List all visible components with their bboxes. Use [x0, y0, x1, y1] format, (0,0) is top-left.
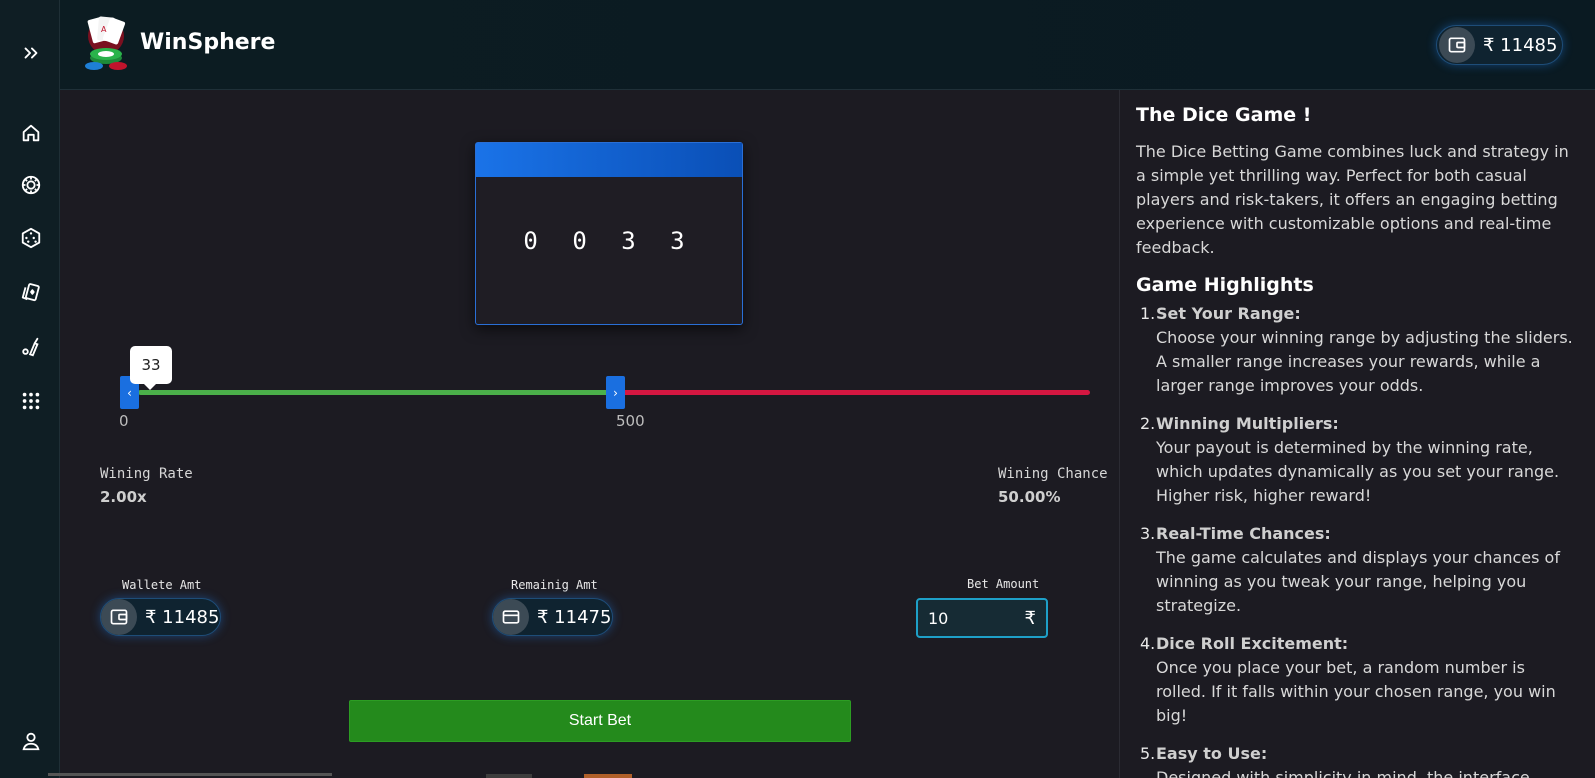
- cricket-icon: [22, 337, 39, 357]
- chevron-right-icon: ›: [613, 385, 618, 400]
- win-chance-label: Wining Chance: [998, 466, 1108, 482]
- highlight-title: Winning Multipliers:: [1156, 414, 1339, 433]
- slider-min-label: 0: [119, 412, 129, 430]
- brand-name: WinSphere: [140, 30, 276, 55]
- remaining-amount-value: ₹ 11475: [537, 606, 612, 628]
- highlights-list: 1. Set Your Range: Choose your winning r…: [1136, 302, 1579, 778]
- dice-icon: [21, 227, 41, 249]
- sidebar-item-dice[interactable]: [15, 222, 47, 254]
- highlight-text: Once you place your bet, a random number…: [1156, 658, 1556, 725]
- header-wallet-amount: ₹ 11485: [1483, 34, 1558, 56]
- win-rate-value: 2.00x: [100, 488, 147, 506]
- highlight-number: 2.: [1140, 414, 1156, 433]
- dice-result-digits: 0 0 3 3: [523, 227, 695, 255]
- wallet-amount-label: Wallete Amt: [122, 578, 202, 592]
- home-icon: [22, 124, 40, 142]
- sidebar-item-cricket[interactable]: [15, 331, 47, 363]
- bottom-scroll-indicator: [48, 773, 332, 776]
- slider-mid-label: 500: [616, 412, 645, 430]
- brand-logo[interactable]: A: [80, 14, 132, 76]
- highlight-title: Easy to Use:: [1156, 744, 1268, 763]
- win-chance-value: 50.00%: [998, 488, 1061, 506]
- winning-range-track[interactable]: [138, 390, 618, 395]
- bottom-tab-marker-active: [584, 774, 632, 778]
- highlight-text: Choose your winning range by adjusting t…: [1156, 328, 1573, 395]
- wallet-icon: [1439, 27, 1475, 63]
- expand-chevrons-icon: [24, 47, 38, 59]
- rupee-icon: ₹: [1024, 607, 1036, 629]
- start-bet-button[interactable]: Start Bet: [349, 700, 851, 742]
- game-area: 0 0 3 3 ‹ › 33 0 500 Wining Rate 2.00x W…: [48, 90, 1120, 778]
- wallet-icon: [101, 599, 137, 635]
- cards-icon: [21, 283, 40, 302]
- chevron-left-icon: ‹: [127, 385, 132, 400]
- remaining-amount-label: Remainig Amt: [511, 578, 598, 592]
- bet-amount-label: Bet Amount: [967, 577, 1040, 591]
- sidebar-item-cards[interactable]: [15, 276, 47, 308]
- roulette-chip-icon: [21, 175, 41, 195]
- highlight-title: Set Your Range:: [1156, 304, 1301, 323]
- highlight-item: 4. Dice Roll Excitement: Once you place …: [1136, 632, 1579, 728]
- header-wallet-badge[interactable]: ₹ 11485: [1436, 25, 1563, 65]
- credit-card-icon: [493, 599, 529, 635]
- highlight-title: Real-Time Chances:: [1156, 524, 1331, 543]
- highlights-title: Game Highlights: [1136, 274, 1314, 296]
- highlight-title: Dice Roll Excitement:: [1156, 634, 1349, 653]
- highlight-text: Your payout is determined by the winning…: [1156, 438, 1560, 505]
- highlight-text: Designed with simplicity in mind, the in…: [1156, 768, 1530, 778]
- sidebar-item-roulette[interactable]: [15, 169, 47, 201]
- info-description: The Dice Betting Game combines luck and …: [1136, 142, 1569, 257]
- highlight-number: 4.: [1140, 634, 1156, 653]
- highlight-item: 2. Winning Multipliers: Your payout is d…: [1136, 412, 1579, 508]
- sidebar: [0, 0, 60, 778]
- top-header: A WinSphere ₹ 11485: [60, 0, 1595, 90]
- range-high-handle[interactable]: ›: [606, 376, 625, 409]
- highlight-item: 5. Easy to Use: Designed with simplicity…: [1136, 742, 1579, 778]
- highlight-text: The game calculates and displays your ch…: [1156, 548, 1560, 615]
- highlight-number: 1.: [1140, 304, 1156, 323]
- playing-cards-chips-logo: A: [85, 16, 127, 70]
- info-title: The Dice Game !: [1136, 104, 1312, 126]
- slider-value-tooltip: 33: [130, 346, 172, 390]
- sidebar-item-more[interactable]: [15, 385, 47, 417]
- expand-sidebar-button[interactable]: [15, 37, 47, 69]
- wallet-amount-value: ₹ 11485: [145, 606, 220, 628]
- dice-result-panel: 0 0 3 3: [475, 142, 743, 325]
- bet-amount-field[interactable]: ₹: [916, 598, 1048, 638]
- bet-amount-input[interactable]: [928, 608, 1008, 628]
- app-root: A WinSphere ₹ 11485 0 0 3 3 ‹ › 33 0 500…: [0, 0, 1595, 778]
- highlight-item: 3. Real-Time Chances: The game calculate…: [1136, 522, 1579, 618]
- sidebar-item-profile[interactable]: [15, 725, 47, 757]
- svg-text:A: A: [101, 25, 107, 34]
- highlight-number: 3.: [1140, 524, 1156, 543]
- losing-range-track[interactable]: [616, 390, 1090, 395]
- wallet-amount-badge: ₹ 11485: [100, 598, 221, 636]
- highlight-item: 1. Set Your Range: Choose your winning r…: [1136, 302, 1579, 398]
- dice-panel-header: [476, 143, 742, 177]
- grid-menu-icon: [22, 392, 40, 410]
- user-icon: [22, 732, 40, 751]
- highlight-number: 5.: [1140, 744, 1156, 763]
- remaining-amount-badge: ₹ 11475: [492, 598, 613, 636]
- game-info-panel: The Dice Game ! The Dice Betting Game co…: [1119, 90, 1595, 778]
- sidebar-item-home[interactable]: [15, 117, 47, 149]
- win-rate-label: Wining Rate: [100, 466, 193, 482]
- bottom-tab-marker: [486, 774, 532, 778]
